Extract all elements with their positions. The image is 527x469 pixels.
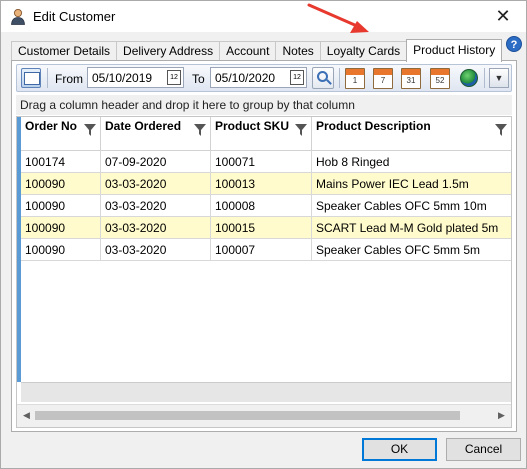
tab-account[interactable]: Account [219,41,277,61]
close-icon[interactable]: ✕ [480,1,526,32]
cell-date-ordered: 03-03-2020 [101,217,211,239]
toolbar-separator [339,68,340,88]
cell-date-ordered: 03-03-2020 [101,173,211,195]
from-date-field[interactable]: 05/10/2019 12 [87,67,184,88]
column-header-product-description[interactable]: Product Description [312,117,511,151]
from-date-value: 05/10/2019 [92,71,153,85]
column-header-label: Date Ordered [105,119,182,133]
cell-product-sku: 100071 [211,151,312,173]
column-header-product-sku[interactable]: Product SKU [211,117,312,151]
table-row[interactable]: 100090 03-03-2020 100008 Speaker Cables … [21,195,511,217]
to-date-field[interactable]: 05/10/2020 12 [210,67,307,88]
filter-icon[interactable] [495,124,507,136]
column-header-label: Product Description [316,119,431,133]
scroll-left-icon[interactable]: ◀ [18,407,35,424]
table-row[interactable]: 100090 03-03-2020 100015 SCART Lead M-M … [21,217,511,239]
table-row[interactable]: 100090 03-03-2020 100013 Mains Power IEC… [21,173,511,195]
product-history-panel: From 05/10/2019 12 To 05/10/2020 12 1 7 [11,60,517,432]
toolbar-separator [47,68,48,88]
table-row[interactable]: 100174 07-09-2020 100071 Hob 8 Ringed [21,151,511,173]
cell-product-sku: 100007 [211,239,312,261]
grid-footer-row [21,382,511,402]
column-header-label: Product SKU [215,119,290,133]
cell-product-sku: 100015 [211,217,312,239]
user-icon [11,9,25,25]
date-filter-toolbar: From 05/10/2019 12 To 05/10/2020 12 1 7 [16,64,512,92]
toolbar-dropdown-icon[interactable]: ▼ [489,68,509,88]
calendar-view-icon[interactable] [21,68,41,88]
cancel-button[interactable]: Cancel [446,438,521,461]
cell-product-description: Speaker Cables OFC 5mm 10m [316,199,487,213]
filter-icon[interactable] [84,124,96,136]
scrollbar-thumb[interactable] [35,411,460,420]
column-header-date-ordered[interactable]: Date Ordered [101,117,211,151]
cell-order-no: 100090 [21,173,101,195]
cell-product-description: Hob 8 Ringed [316,155,390,169]
cell-date-ordered: 03-03-2020 [101,239,211,261]
calendar-picker-icon[interactable]: 12 [290,70,304,85]
from-label: From [55,72,83,86]
calendar-1-icon: 1 [352,76,358,85]
to-label: To [192,72,205,86]
last-31-days-button[interactable]: 31 [401,68,421,89]
cell-product-sku: 100008 [211,195,312,217]
cell-product-description: Speaker Cables OFC 5mm 5m [316,243,481,257]
group-by-panel[interactable]: Drag a column header and drop it here to… [16,95,512,115]
title-bar: Edit Customer ✕ [1,1,526,32]
globe-icon[interactable] [460,69,478,87]
calendar-7-icon: 7 [380,76,386,85]
tab-product-history[interactable]: Product History [406,39,503,62]
filter-icon[interactable] [194,124,206,136]
help-icon[interactable]: ? [506,36,522,52]
filter-icon[interactable] [295,124,307,136]
tab-loyalty-cards[interactable]: Loyalty Cards [319,41,408,61]
last-7-days-button[interactable]: 7 [373,68,393,89]
toolbar-separator [484,68,485,88]
ok-button[interactable]: OK [362,438,437,461]
cell-date-ordered: 03-03-2020 [101,195,211,217]
column-header-order-no[interactable]: Order No [21,117,101,151]
calendar-31-icon: 31 [406,76,416,85]
horizontal-scrollbar[interactable]: ◀ ▶ [17,404,511,427]
column-header-label: Order No [25,119,78,133]
cell-order-no: 100090 [21,217,101,239]
cell-product-description: SCART Lead M-M Gold plated 5m [316,221,499,235]
cell-product-sku: 100013 [211,173,312,195]
to-date-value: 05/10/2020 [215,71,276,85]
cell-order-no: 100174 [21,151,101,173]
last-1-day-button[interactable]: 1 [345,68,365,89]
scroll-right-icon[interactable]: ▶ [493,407,510,424]
calendar-picker-icon[interactable]: 12 [167,70,181,85]
tab-customer-details[interactable]: Customer Details [11,41,118,61]
edit-customer-dialog: Edit Customer ✕ ? Customer Details Deliv… [0,0,527,469]
table-row[interactable]: 100090 03-03-2020 100007 Speaker Cables … [21,239,511,261]
cell-order-no: 100090 [21,195,101,217]
window-title: Edit Customer [33,9,116,24]
search-button[interactable] [312,67,334,89]
tab-strip: Customer Details Delivery Address Accoun… [11,39,503,62]
cell-product-description: Mains Power IEC Lead 1.5m [316,177,469,191]
last-52-weeks-button[interactable]: 52 [430,68,450,89]
tab-delivery-address[interactable]: Delivery Address [116,41,221,61]
cell-order-no: 100090 [21,239,101,261]
calendar-52-icon: 52 [435,76,445,85]
tab-notes[interactable]: Notes [275,41,321,61]
cell-date-ordered: 07-09-2020 [101,151,211,173]
product-history-grid: Order No Date Ordered Product SKU Produc… [16,116,512,428]
